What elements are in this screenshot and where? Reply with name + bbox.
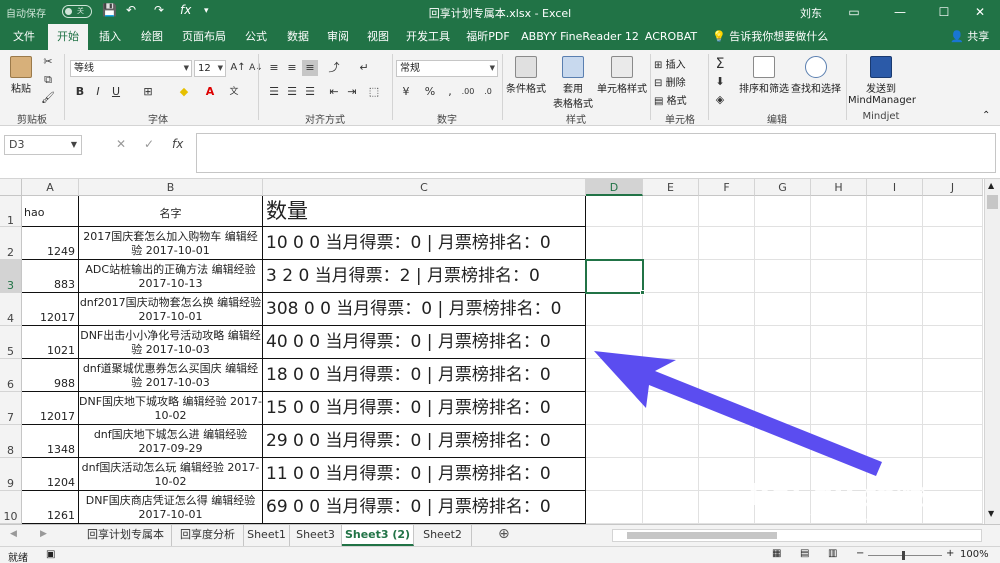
page-layout-view-icon[interactable]: ▤	[800, 548, 809, 559]
sheet-tab[interactable]: Sheet1	[244, 525, 290, 546]
watermark-url: jingyan.baidu.com	[790, 510, 892, 523]
zoom-in-icon[interactable]: +	[946, 548, 954, 559]
watermark-brand: Bai du 经验	[748, 478, 926, 513]
pointer-arrow-icon	[594, 351, 882, 476]
sheet-tab[interactable]: 回享度分析	[172, 525, 244, 546]
zoom-slider[interactable]	[868, 551, 942, 560]
sheet-tab[interactable]: Sheet2	[414, 525, 472, 546]
page-break-view-icon[interactable]: ▥	[828, 548, 837, 559]
status-ready: 就绪	[8, 553, 28, 563]
macro-record-icon[interactable]: ▣	[46, 549, 55, 560]
sheet-tab-bar: ◀ ▶ 回享计划专属本 回享度分析 Sheet1 Sheet3 Sheet3 (2) Sh…	[0, 524, 1000, 546]
zoom-out-icon[interactable]: −	[856, 548, 864, 559]
status-bar: 就绪 ▣ ▦ ▤ ▥ − + 100%	[0, 546, 1000, 563]
sheet-tab[interactable]: Sheet3	[290, 525, 342, 546]
zoom-level[interactable]: 100%	[960, 549, 989, 560]
new-sheet-icon[interactable]: ⊕	[498, 526, 510, 542]
prev-sheet-icon[interactable]: ◀	[10, 529, 17, 539]
zoom-slider-thumb[interactable]	[902, 551, 905, 560]
sheet-tab[interactable]: Sheet3 (2)	[342, 525, 414, 546]
normal-view-icon[interactable]: ▦	[772, 548, 781, 559]
sheet-tab[interactable]: 回享计划专属本	[80, 525, 172, 546]
h-scroll-thumb[interactable]	[627, 532, 777, 539]
next-sheet-icon[interactable]: ▶	[40, 529, 47, 539]
horizontal-scrollbar[interactable]	[612, 529, 982, 542]
